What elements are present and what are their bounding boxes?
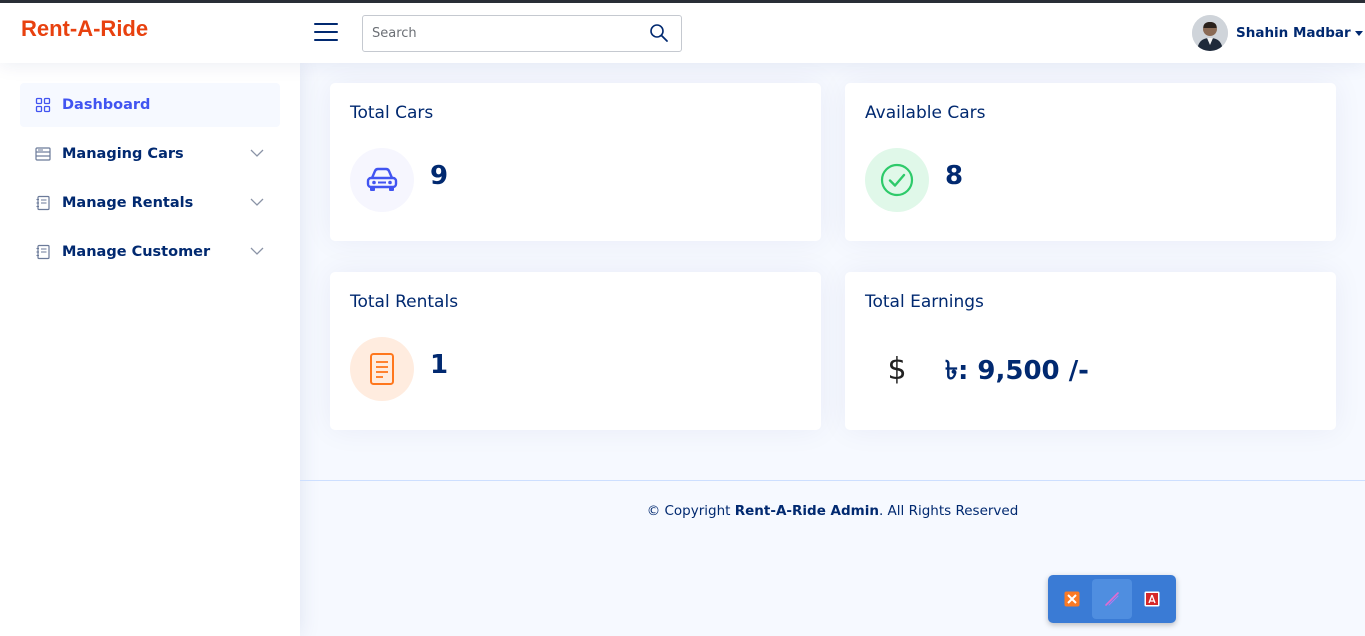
- profile-dropdown[interactable]: Shahin Madbar: [1192, 14, 1363, 52]
- chevron-down-icon: [250, 247, 264, 255]
- pen-icon: [1105, 592, 1119, 606]
- menu-list-icon: [35, 147, 51, 161]
- pdf-icon: [1144, 591, 1160, 607]
- total-cars-card: Total Cars 9: [330, 83, 821, 241]
- total-rentals-card: Total Rentals 1: [330, 272, 821, 430]
- card-title: Total Earnings: [865, 292, 984, 312]
- search-input[interactable]: [363, 16, 643, 51]
- grid-icon: [35, 97, 51, 113]
- dollar-icon: $: [887, 351, 907, 387]
- footer-prefix: © Copyright: [646, 503, 735, 519]
- header: Rent-A-Ride Shahin Madbar: [0, 3, 1365, 63]
- avatar: [1192, 15, 1228, 51]
- app-logo[interactable]: Rent-A-Ride: [21, 16, 148, 42]
- tray-button-xampp[interactable]: [1052, 579, 1092, 619]
- sidebar: Dashboard Managing Cars Manage Rentals M…: [0, 63, 300, 636]
- card-title: Available Cars: [865, 103, 986, 123]
- xampp-icon: [1064, 591, 1080, 607]
- caret-down-icon: [1354, 30, 1363, 36]
- footer-suffix: . All Rights Reserved: [878, 503, 1019, 519]
- card-icon-wrap: [350, 337, 414, 401]
- check-circle-icon: [880, 163, 914, 197]
- card-value: 1: [430, 350, 449, 380]
- total-earnings-card: Total Earnings $ ৳: 9,500 /-: [845, 272, 1336, 430]
- chevron-down-icon: [250, 149, 264, 157]
- sidebar-item-label: Dashboard: [62, 97, 151, 113]
- sidebar-item-dashboard[interactable]: Dashboard: [20, 83, 280, 127]
- card-value: 9: [430, 161, 449, 191]
- footer-brand: Rent-A-Ride Admin: [734, 503, 879, 519]
- chevron-down-icon: [250, 198, 264, 206]
- available-cars-card: Available Cars 8: [845, 83, 1336, 241]
- card-value: ৳: 9,500 /-: [945, 356, 1089, 386]
- search-button[interactable]: [649, 23, 671, 45]
- sidebar-item-label: Managing Cars: [62, 146, 184, 162]
- sidebar-item-manage-customer[interactable]: Manage Customer: [20, 230, 280, 274]
- tray-button-pdf[interactable]: [1132, 579, 1172, 619]
- sidebar-item-managing-cars[interactable]: Managing Cars: [20, 132, 280, 176]
- card-value: 8: [945, 161, 964, 191]
- hamburger-icon: [314, 23, 338, 25]
- floating-toolbar: [1048, 575, 1176, 623]
- card-title: Total Rentals: [350, 292, 459, 312]
- card-icon-wrap: [350, 148, 414, 212]
- sidebar-item-label: Manage Rentals: [62, 195, 194, 211]
- footer-divider: [300, 480, 1365, 481]
- search-bar: [362, 15, 682, 52]
- sidebar-item-manage-rentals[interactable]: Manage Rentals: [20, 181, 280, 225]
- car-icon: [366, 167, 398, 191]
- toggle-sidebar-button[interactable]: [314, 23, 338, 43]
- sidebar-item-label: Manage Customer: [62, 244, 211, 260]
- tray-button-pen[interactable]: [1092, 579, 1132, 619]
- search-icon: [650, 24, 668, 42]
- profile-name: Shahin Madbar: [1236, 25, 1351, 41]
- document-icon: [370, 353, 394, 385]
- card-icon-wrap: [865, 148, 929, 212]
- footer-copyright: © Copyright Rent-A-Ride Admin. All Right…: [300, 503, 1365, 519]
- card-title: Total Cars: [350, 103, 434, 123]
- journal-icon: [36, 244, 50, 260]
- journal-icon: [36, 195, 50, 211]
